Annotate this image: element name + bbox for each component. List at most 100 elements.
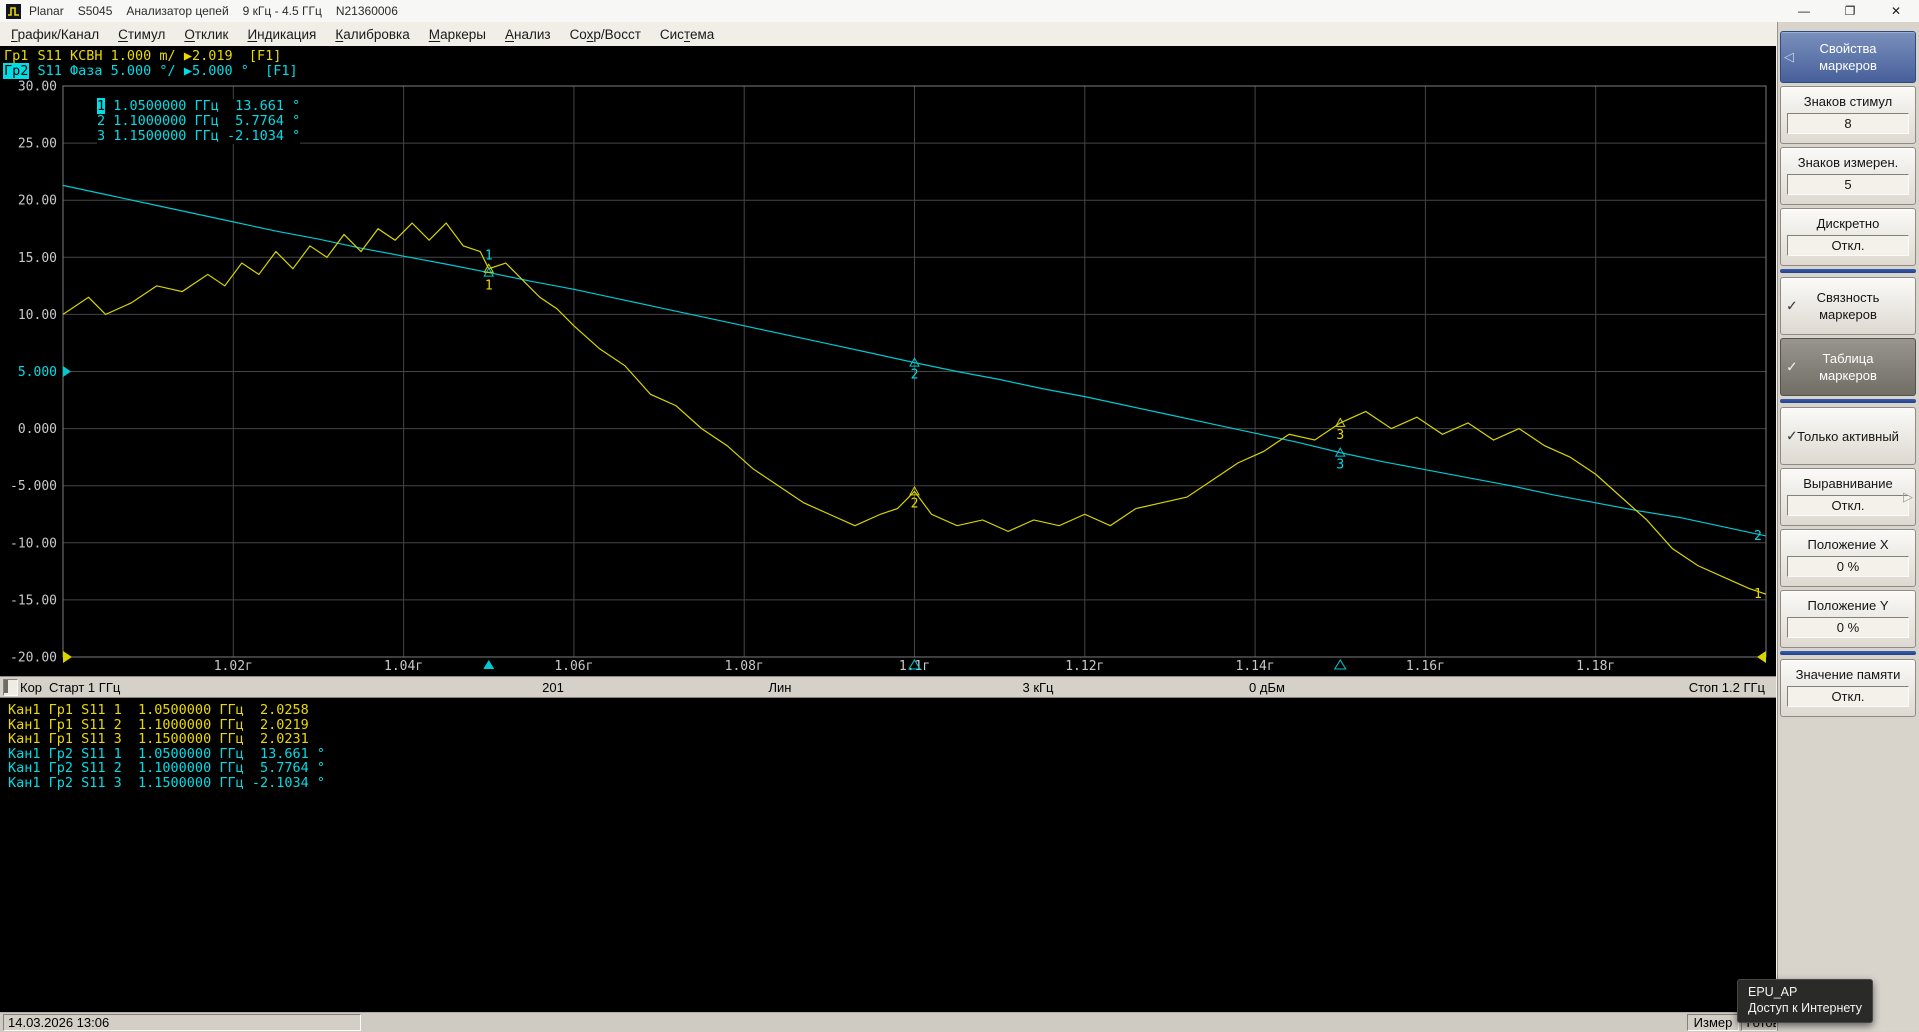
y-axis-tick-label: -15.00 <box>10 593 57 608</box>
plot-marker-row-3: 3 1.1500000 ГГц -2.1034 ° <box>97 129 300 144</box>
softkey-sidebar: ◁ Свойства маркеров Знаков стимул 8 Знаков из… <box>1776 22 1919 1031</box>
menu-item-индикация[interactable]: Индикация <box>239 25 324 44</box>
softkey-value[interactable]: 5 <box>1787 174 1909 195</box>
marker-list-row: Кан1 Гр1 S11 2 1.1000000 ГГц 2.0219 <box>8 716 309 733</box>
stop-frequency[interactable]: Стоп 1.2 ГГц <box>1689 680 1765 695</box>
window-controls: — ❐ ✕ <box>1781 0 1919 22</box>
marker-2-label: 2 <box>911 496 919 511</box>
sidebar-separator <box>1780 269 1916 273</box>
marker-3-label: 3 <box>1336 458 1344 473</box>
plot-marker-row-1: 1 1.0500000 ГГц 13.661 ° <box>97 98 301 114</box>
marker-list-row: Кан1 Гр2 S11 2 1.1000000 ГГц 5.7764 ° <box>8 760 325 777</box>
restore-button[interactable]: ❐ <box>1827 0 1873 22</box>
marker-readout: 1.0500000 ГГц 13.661 ° <box>105 98 301 114</box>
marker-3-label: 3 <box>1336 428 1344 443</box>
softkey-положение-x[interactable]: Положение X 0 % <box>1780 529 1916 587</box>
vna-application-window: { "window": { "app": "Planar", "model": … <box>0 0 1919 1032</box>
menu-item-анализ[interactable]: Анализ <box>497 25 559 44</box>
menu-item-график-канал[interactable]: График/Канал <box>3 25 107 44</box>
checkmark-icon: ✓ <box>1786 358 1798 375</box>
phase-trace-number: 2 <box>1754 529 1762 544</box>
softkey-таблица-маркеров[interactable]: ✓ Таблица маркеров <box>1780 338 1916 396</box>
softkey-value[interactable]: Откл. <box>1787 495 1909 516</box>
softkey-value[interactable]: Откл. <box>1787 686 1909 707</box>
sweep-type[interactable]: Лин <box>769 680 792 695</box>
axis-marker-3-indicator[interactable] <box>1333 659 1347 670</box>
softkey-знаков-измерен-[interactable]: Знаков измерен. 5 <box>1780 147 1916 205</box>
softkey-value[interactable]: 0 % <box>1787 556 1909 577</box>
submenu-chevron-icon: ▷ <box>1903 489 1913 504</box>
marker-readout: 1.1500000 ГГц -2.1034 ° <box>105 128 301 144</box>
menu-bar: График/Канал Стимул Отклик Индикация Калибро… <box>0 22 1776 47</box>
softkey-значение-памяти[interactable]: Значение памяти Откл. <box>1780 659 1916 717</box>
softkey-label: Положение X <box>1807 537 1889 552</box>
sidebar-separator <box>1780 399 1916 403</box>
softkey-label: Связность маркеров <box>1816 290 1880 322</box>
datetime-display: 14.03.2026 13:06 <box>3 1014 361 1031</box>
softkey-дискретно[interactable]: Дискретно Откл. <box>1780 208 1916 266</box>
x-axis-tick-label: 1.14г <box>1236 659 1275 674</box>
title-bar: Planar S5045 Анализатор цепей 9 кГц - 4.… <box>0 0 1919 23</box>
if-bandwidth[interactable]: 3 кГц <box>1022 680 1053 695</box>
y-axis-tick-label: -5.000 <box>10 479 57 494</box>
softkey-выравнивание[interactable]: Выравнивание Откл. ▷ <box>1780 468 1916 526</box>
title-frequency-range: 9 кГц - 4.5 ГГц <box>242 4 322 18</box>
menu-item-сохр-восст[interactable]: Сохр/Восст <box>562 25 649 44</box>
menu-item-калибровка[interactable]: Калибровка <box>327 25 417 44</box>
softkey-связность-маркеров[interactable]: ✓ Связность маркеров <box>1780 277 1916 335</box>
stimulus-status-bar: Кор Старт 1 ГГц 201 Лин 3 кГц 0 дБм Стоп… <box>0 676 1776 698</box>
title-serial-number: N21360006 <box>335 4 398 18</box>
softkey-value[interactable]: 0 % <box>1787 617 1909 638</box>
softkey-свойства-маркеров[interactable]: ◁ Свойства маркеров <box>1780 31 1916 83</box>
y-axis-tick-label: 15.00 <box>18 251 57 266</box>
marker-number: 1 <box>97 98 106 114</box>
output-power[interactable]: 0 дБм <box>1249 680 1285 695</box>
softkey-value[interactable]: 8 <box>1787 113 1909 134</box>
softkey-value[interactable]: Откл. <box>1787 235 1909 256</box>
menu-item-стимул[interactable]: Стимул <box>110 25 173 44</box>
softkey-только-активный[interactable]: ✓ Только активный <box>1780 407 1916 465</box>
plot-marker-row-2: 2 1.1000000 ГГц 5.7764 ° <box>97 114 300 129</box>
marker-list-row: Кан1 Гр1 S11 3 1.1500000 ГГц 2.0231 <box>8 731 309 748</box>
correction-status: Кор <box>20 680 43 695</box>
axis-marker-1-indicator[interactable] <box>483 660 495 669</box>
menu-item-система[interactable]: Система <box>652 25 722 44</box>
points-count[interactable]: 201 <box>542 680 564 695</box>
vswr-ref-arrow-right-icon <box>1757 651 1766 663</box>
softkey-label: Дискретно <box>1816 216 1880 231</box>
softkey-положение-y[interactable]: Положение Y 0 % <box>1780 590 1916 648</box>
x-axis-tick-label: 1.12г <box>1065 659 1104 674</box>
x-axis-tick-label: 1.08г <box>725 659 764 674</box>
y-axis-tick-label: -20.00 <box>10 651 57 666</box>
vswr-ref-arrow-left-icon <box>63 651 72 663</box>
vswr-trace-number: 1 <box>1754 587 1762 602</box>
close-button[interactable]: ✕ <box>1873 0 1919 22</box>
phase-ref-arrow-icon <box>63 366 71 377</box>
y-axis-tick-label: 30.00 <box>18 80 57 95</box>
softkey-label: Свойства маркеров <box>1819 41 1877 73</box>
x-axis-tick-label: 1.18г <box>1576 659 1615 674</box>
graph-panel: Гр1 S11 КСВН 1.000 m/ ▶2.019 [F1] Гр2 S11… <box>0 46 1776 676</box>
x-axis-tick-label: 1.02г <box>214 659 253 674</box>
minimize-button[interactable]: — <box>1781 0 1827 22</box>
title-model: S5045 <box>77 4 113 18</box>
notification-title: EPU_AP <box>1748 985 1798 999</box>
softkey-знаков-стимул[interactable]: Знаков стимул 8 <box>1780 86 1916 144</box>
softkey-label: Положение Y <box>1807 598 1889 613</box>
y-axis-tick-label: 20.00 <box>18 194 57 209</box>
app-icon <box>6 3 21 19</box>
marker-list-row: Кан1 Гр1 S11 1 1.0500000 ГГц 2.0258 <box>8 702 309 718</box>
status-bar: 14.03.2026 13:06 Измер Готов <box>0 1012 1785 1032</box>
menu-item-маркеры[interactable]: Маркеры <box>421 25 494 44</box>
x-axis-tick-label: 1.16г <box>1406 659 1445 674</box>
sidebar-separator <box>1780 651 1916 655</box>
softkey-label: Выравнивание <box>1803 476 1893 491</box>
checkmark-icon: ✓ <box>1786 297 1798 314</box>
network-notification-tooltip: EPU_AP Доступ к Интернету <box>1737 979 1874 1023</box>
y-axis-tick-label: -10.00 <box>10 536 57 551</box>
menu-item-отклик[interactable]: Отклик <box>176 25 236 44</box>
start-frequency[interactable]: Старт 1 ГГц <box>49 680 120 695</box>
back-chevron-icon: ◁ <box>1784 49 1794 64</box>
softkey-label: Значение памяти <box>1795 667 1901 682</box>
softkey-label: Знаков измерен. <box>1797 155 1899 170</box>
